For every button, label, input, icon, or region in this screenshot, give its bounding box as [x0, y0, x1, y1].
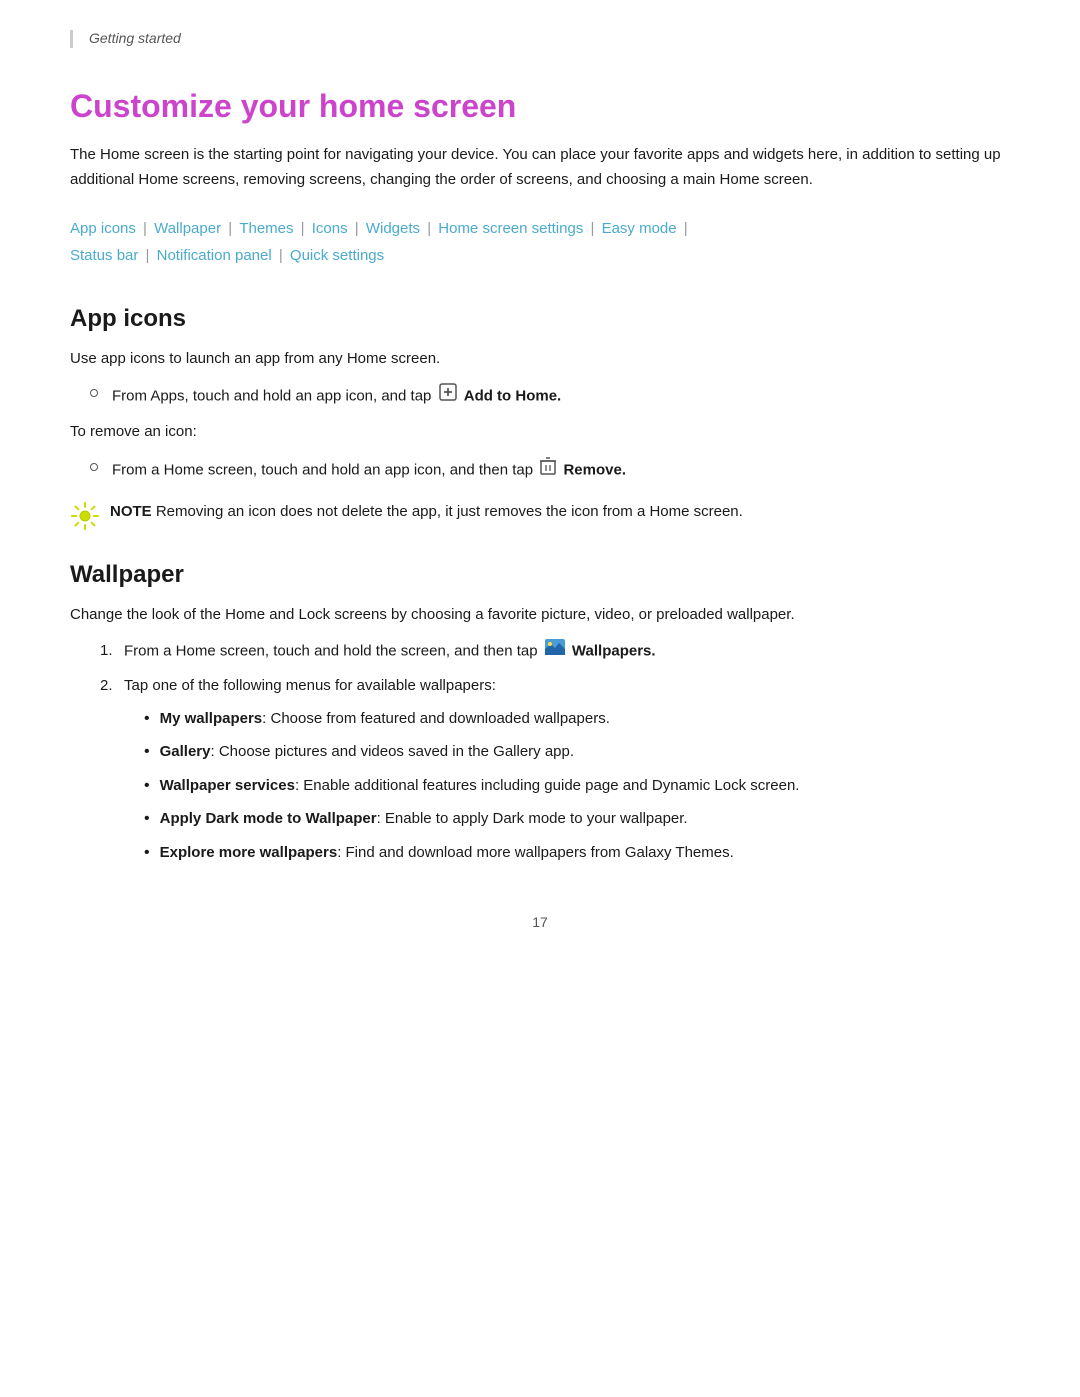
breadcrumb-text: Getting started	[89, 30, 181, 46]
toc-link-quick-settings[interactable]: Quick settings	[290, 247, 384, 264]
toc-link-wallpaper[interactable]: Wallpaper	[154, 220, 221, 237]
sub-label-4: Apply Dark mode to Wallpaper	[160, 810, 377, 827]
add-to-home-icon	[439, 383, 457, 410]
step1-label: Wallpapers.	[572, 643, 656, 660]
wallpaper-steps: 1. From a Home screen, touch and hold th…	[100, 639, 1010, 874]
wallpaper-sub-bullets: • My wallpapers: Choose from featured an…	[144, 707, 799, 866]
remove-text: From a Home screen, touch and hold an ap…	[112, 457, 626, 484]
add-to-home-text: From Apps, touch and hold an app icon, a…	[112, 383, 561, 410]
wallpapers-icon	[545, 639, 565, 664]
page-footer: 17	[70, 914, 1010, 950]
note-text: NOTE Removing an icon does not delete th…	[110, 500, 743, 525]
sub-bullet-3: • Wallpaper services: Enable additional …	[144, 774, 799, 799]
add-to-home-bullet: From Apps, touch and hold an app icon, a…	[90, 383, 1010, 410]
toc-link-status-bar[interactable]: Status bar	[70, 247, 138, 264]
toc-link-themes[interactable]: Themes	[239, 220, 293, 237]
bullet-circle-add	[90, 389, 98, 397]
wallpaper-title: Wallpaper	[70, 561, 1010, 589]
toc-link-widgets[interactable]: Widgets	[366, 220, 420, 237]
toc-link-easy-mode[interactable]: Easy mode	[602, 220, 677, 237]
toc-link-notification-panel[interactable]: Notification panel	[157, 247, 272, 264]
sub-text-5: : Find and download more wallpapers from…	[337, 844, 734, 861]
step1-text: From a Home screen, touch and hold the s…	[124, 643, 538, 660]
sub-label-3: Wallpaper services	[160, 777, 295, 794]
trash-icon	[540, 457, 556, 484]
sub-text-1: : Choose from featured and downloaded wa…	[262, 710, 610, 727]
toc-links: App icons | Wallpaper | Themes | Icons |…	[70, 215, 1010, 269]
sub-text-4: : Enable to apply Dark mode to your wall…	[377, 810, 688, 827]
intro-paragraph: The Home screen is the starting point fo…	[70, 143, 1010, 193]
page-number: 17	[532, 914, 548, 930]
sub-bullet-5: • Explore more wallpapers: Find and down…	[144, 841, 799, 866]
toc-link-icons[interactable]: Icons	[312, 220, 348, 237]
step2-text: Tap one of the following menus for avail…	[124, 677, 496, 694]
wallpaper-intro: Change the look of the Home and Lock scr…	[70, 603, 1010, 628]
toc-link-home-screen-settings[interactable]: Home screen settings	[438, 220, 583, 237]
remove-intro: To remove an icon:	[70, 420, 1010, 445]
sub-label-2: Gallery	[160, 743, 211, 760]
app-icons-section: App icons Use app icons to launch an app…	[70, 305, 1010, 531]
wallpaper-step-2: 2. Tap one of the following menus for av…	[100, 674, 1010, 874]
remove-label: Remove.	[563, 461, 626, 478]
remove-bullet: From a Home screen, touch and hold an ap…	[90, 457, 1010, 484]
toc-link-app-icons[interactable]: App icons	[70, 220, 136, 237]
sub-bullet-4: • Apply Dark mode to Wallpaper: Enable t…	[144, 807, 799, 832]
bullet-circle-remove	[90, 463, 98, 471]
sub-bullet-2: • Gallery: Choose pictures and videos sa…	[144, 740, 799, 765]
sub-label-5: Explore more wallpapers	[160, 844, 338, 861]
note-box: NOTE Removing an icon does not delete th…	[70, 500, 1010, 531]
breadcrumb: Getting started	[70, 30, 1010, 48]
wallpaper-section: Wallpaper Change the look of the Home an…	[70, 561, 1010, 875]
page-title: Customize your home screen	[70, 88, 1010, 125]
sub-bullet-1: • My wallpapers: Choose from featured an…	[144, 707, 799, 732]
app-icons-title: App icons	[70, 305, 1010, 333]
sub-text-2: : Choose pictures and videos saved in th…	[210, 743, 574, 760]
note-sun-icon	[70, 501, 100, 531]
wallpaper-step-1: 1. From a Home screen, touch and hold th…	[100, 639, 1010, 664]
note-content: Removing an icon does not delete the app…	[152, 503, 743, 520]
add-to-home-label: Add to Home.	[464, 388, 562, 405]
note-label: NOTE	[110, 503, 152, 520]
app-icons-intro: Use app icons to launch an app from any …	[70, 347, 1010, 372]
sub-text-3: : Enable additional features including g…	[295, 777, 800, 794]
sub-label-1: My wallpapers	[160, 710, 263, 727]
